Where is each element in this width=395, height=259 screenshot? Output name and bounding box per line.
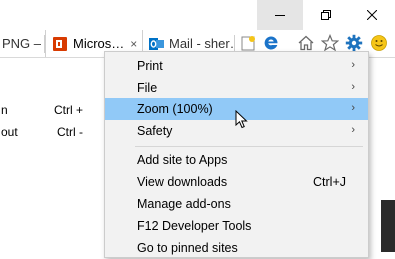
menu-item-label: n (1, 103, 8, 117)
menu-item-label: Go to pinned sites (137, 241, 238, 255)
edge-icon[interactable] (262, 34, 280, 52)
scrollbar[interactable] (381, 200, 395, 252)
outlook-icon (148, 36, 164, 52)
chevron-right-icon: › (351, 102, 355, 114)
home-icon[interactable] (297, 34, 315, 52)
menu-item-label: View downloads (137, 175, 228, 189)
office-icon (52, 36, 68, 52)
menu-item-label: Print (137, 59, 163, 73)
menu-item-shortcut: Ctrl + (54, 103, 84, 117)
minimize-button[interactable] (257, 0, 303, 30)
tab-label: Mail - sher… (169, 36, 234, 51)
close-icon (367, 10, 377, 20)
tab-label: PNG – (2, 36, 42, 51)
chevron-right-icon: › (351, 124, 355, 136)
menu-item-pinned-sites[interactable]: Go to pinned sites (105, 237, 368, 259)
close-button[interactable] (349, 0, 395, 30)
menu-item-print[interactable]: Print › (105, 55, 368, 77)
menu-item-label: File (137, 81, 158, 95)
menu-item-add-site[interactable]: Add site to Apps (105, 149, 368, 171)
menu-item-label: Add site to Apps (137, 153, 228, 167)
menu-item-label: F12 Developer Tools (137, 219, 252, 233)
menu-item-label: Safety (137, 124, 173, 138)
menu-item-label: out (1, 125, 18, 139)
menu-item-file[interactable]: File › (105, 77, 368, 99)
menu-item-f12-tools[interactable]: F12 Developer Tools (105, 215, 368, 237)
tools-menu: Print › File › Zoom (100%) › Safety › Ad… (104, 51, 369, 258)
favorites-star-icon[interactable] (321, 34, 339, 52)
chevron-right-icon: › (351, 59, 355, 71)
smiley-icon[interactable] (370, 34, 388, 52)
chevron-right-icon: › (351, 81, 355, 93)
menu-item-shortcut: Ctrl+J (313, 175, 346, 189)
title-bar (0, 0, 395, 30)
gear-icon[interactable] (345, 34, 363, 52)
menu-item-view-downloads[interactable]: View downloads Ctrl+J (105, 171, 368, 193)
new-tab-icon[interactable] (239, 34, 257, 52)
menu-item-label: Zoom (100%) (137, 102, 213, 116)
menu-item-label: Manage add-ons (137, 197, 231, 211)
restore-button[interactable] (303, 0, 349, 30)
menu-divider (135, 146, 363, 147)
minimize-icon (275, 15, 285, 16)
restore-icon (321, 10, 331, 20)
menu-item-manage-addons[interactable]: Manage add-ons (105, 193, 368, 215)
tab-png[interactable]: PNG – (0, 30, 46, 57)
mouse-pointer-icon (235, 109, 249, 130)
tab-close-icon[interactable]: × (130, 37, 137, 51)
menu-item-shortcut: Ctrl - (57, 125, 83, 139)
tab-label: Micros… (73, 36, 125, 51)
